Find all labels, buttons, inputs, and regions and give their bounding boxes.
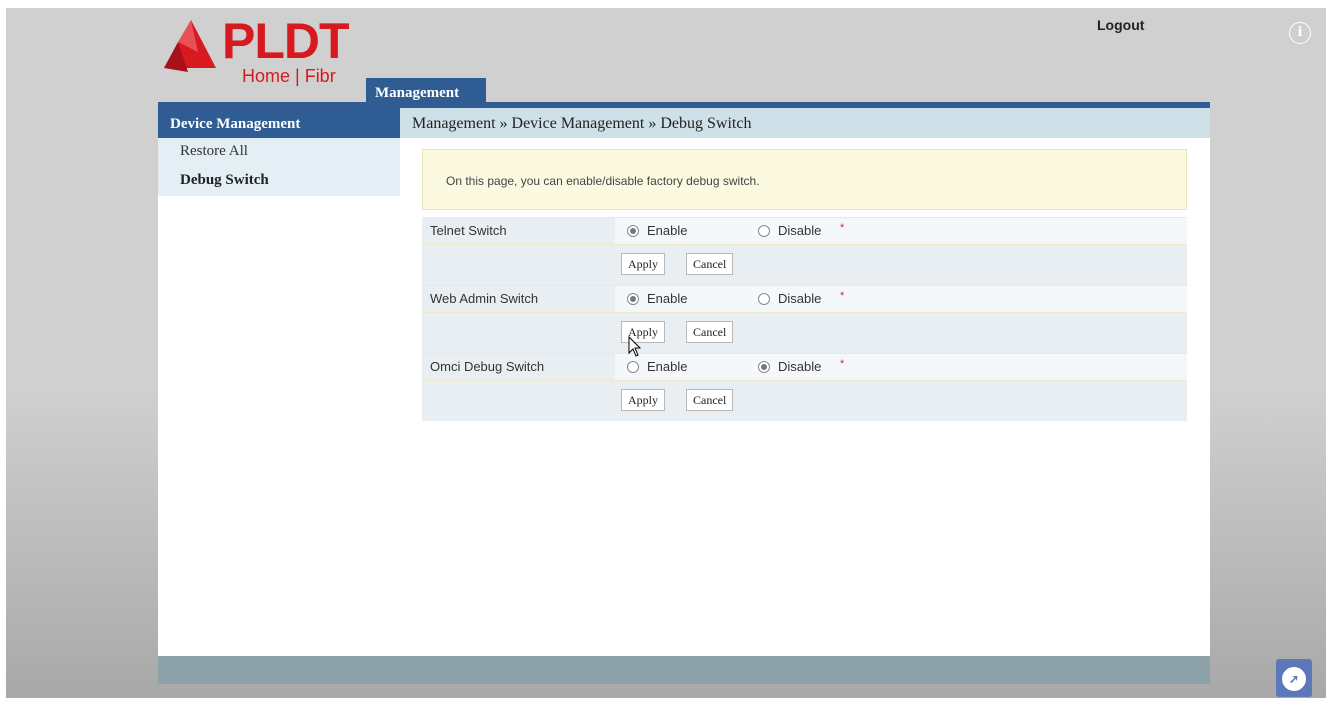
required-mark: * bbox=[840, 358, 845, 370]
compass-dial-icon: ➚ bbox=[1282, 667, 1306, 691]
telnet-apply-button[interactable]: Apply bbox=[621, 253, 665, 275]
omci-debug-switch-row: Omci Debug Switch Enable Disable * bbox=[422, 353, 1187, 381]
web-admin-switch-label: Web Admin Switch bbox=[422, 286, 615, 312]
telnet-disable-option[interactable]: Disable bbox=[758, 223, 821, 238]
sidebar-title: Device Management bbox=[158, 108, 400, 138]
omci-enable-option[interactable]: Enable bbox=[627, 359, 687, 374]
web-admin-cancel-button[interactable]: Cancel bbox=[686, 321, 734, 343]
sidebar-item-restore-all[interactable]: Restore All bbox=[158, 138, 400, 167]
telnet-disable-label: Disable bbox=[778, 223, 822, 238]
telnet-cancel-button[interactable]: Cancel bbox=[686, 253, 734, 275]
web-admin-disable-radio[interactable] bbox=[758, 292, 770, 305]
tab-management[interactable]: Management bbox=[366, 78, 486, 103]
sidebar: Device Management Restore All Debug Swit… bbox=[158, 108, 400, 656]
omci-debug-switch-label: Omci Debug Switch bbox=[422, 354, 615, 380]
omci-disable-option[interactable]: Disable bbox=[758, 359, 821, 374]
pldt-logo: PLDT Home | Fibr bbox=[158, 12, 368, 92]
info-icon[interactable]: i bbox=[1289, 22, 1311, 44]
telnet-switch-label: Telnet Switch bbox=[422, 218, 615, 244]
required-mark: * bbox=[840, 222, 845, 234]
web-admin-switch-row: Web Admin Switch Enable Disable * bbox=[422, 285, 1187, 313]
required-mark: * bbox=[840, 290, 845, 302]
main-content: Management » Device Management » Debug S… bbox=[400, 108, 1210, 656]
web-admin-enable-radio[interactable] bbox=[627, 292, 639, 305]
omci-enable-label: Enable bbox=[647, 359, 688, 374]
omci-button-row: Apply Cancel bbox=[422, 381, 1187, 421]
omci-apply-button[interactable]: Apply bbox=[621, 389, 665, 411]
omci-cancel-button[interactable]: Cancel bbox=[686, 389, 734, 411]
omci-disable-radio[interactable] bbox=[758, 360, 770, 373]
telnet-disable-radio[interactable] bbox=[758, 224, 770, 237]
page-notice: On this page, you can enable/disable fac… bbox=[422, 149, 1187, 210]
telnet-enable-radio[interactable] bbox=[627, 224, 639, 237]
omci-enable-radio[interactable] bbox=[627, 360, 639, 373]
telnet-switch-row: Telnet Switch Enable Disable * bbox=[422, 217, 1187, 245]
compass-icon[interactable]: ➚ bbox=[1276, 659, 1312, 697]
footer-bar bbox=[158, 656, 1210, 684]
web-admin-enable-option[interactable]: Enable bbox=[627, 291, 687, 306]
pldt-triangle-icon bbox=[164, 20, 216, 72]
web-admin-disable-label: Disable bbox=[778, 291, 822, 306]
telnet-enable-option[interactable]: Enable bbox=[627, 223, 687, 238]
breadcrumb: Management » Device Management » Debug S… bbox=[400, 108, 1210, 138]
logout-link[interactable]: Logout bbox=[1097, 17, 1144, 33]
logo-wordmark: PLDT bbox=[222, 13, 350, 69]
web-admin-button-row: Apply Cancel bbox=[422, 313, 1187, 353]
logo-subtitle: Home | Fibr bbox=[242, 66, 336, 86]
web-admin-disable-option[interactable]: Disable bbox=[758, 291, 821, 306]
omci-disable-label: Disable bbox=[778, 359, 822, 374]
sidebar-item-debug-switch[interactable]: Debug Switch bbox=[158, 167, 400, 196]
telnet-button-row: Apply Cancel bbox=[422, 245, 1187, 285]
mouse-cursor-icon bbox=[628, 336, 642, 357]
telnet-enable-label: Enable bbox=[647, 223, 688, 238]
web-admin-enable-label: Enable bbox=[647, 291, 688, 306]
